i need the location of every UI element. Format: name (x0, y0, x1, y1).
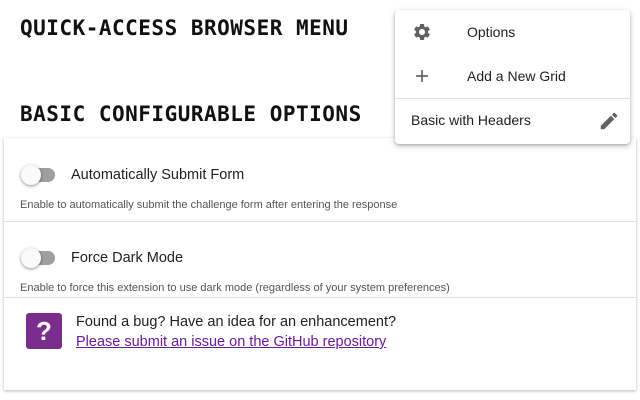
menu-item-layout[interactable]: Basic with Headers (395, 99, 630, 144)
feedback-section: ? Found a bug? Have an idea for an enhan… (4, 298, 636, 390)
quick-access-heading: QUICK-ACCESS BROWSER MENU (20, 16, 349, 40)
setting-dark-mode: Force Dark Mode Enable to force this ext… (4, 222, 636, 298)
layout-label: Basic with Headers (411, 112, 531, 128)
help-icon-glyph: ? (36, 315, 52, 346)
toggle-thumb (21, 165, 41, 185)
basic-options-heading: BASIC CONFIGURABLE OPTIONS (20, 102, 362, 126)
quick-access-menu: Options Add a New Grid Basic with Header… (395, 10, 630, 144)
setting-title: Force Dark Mode (71, 250, 184, 266)
feedback-text: Found a bug? Have an idea for an enhance… (76, 314, 397, 330)
dark-mode-toggle[interactable] (19, 246, 57, 270)
toggle-thumb (21, 248, 41, 268)
setting-auto-submit: Automatically Submit Form Enable to auto… (4, 138, 636, 222)
auto-submit-toggle[interactable] (19, 163, 57, 187)
menu-item-label: Options (467, 24, 516, 40)
github-issue-link[interactable]: Please submit an issue on the GitHub rep… (76, 334, 386, 350)
help-icon: ? (26, 313, 62, 349)
menu-item-label: Add a New Grid (467, 68, 566, 84)
settings-card: Automatically Submit Form Enable to auto… (4, 138, 636, 390)
setting-description: Enable to force this extension to use da… (20, 282, 450, 294)
setting-description: Enable to automatically submit the chall… (20, 199, 398, 211)
menu-item-options[interactable]: Options (395, 10, 630, 54)
gear-icon (414, 24, 430, 40)
setting-title: Automatically Submit Form (71, 167, 245, 183)
pencil-icon[interactable] (598, 110, 620, 132)
plus-icon (416, 70, 428, 82)
menu-item-add-grid[interactable]: Add a New Grid (395, 54, 630, 98)
